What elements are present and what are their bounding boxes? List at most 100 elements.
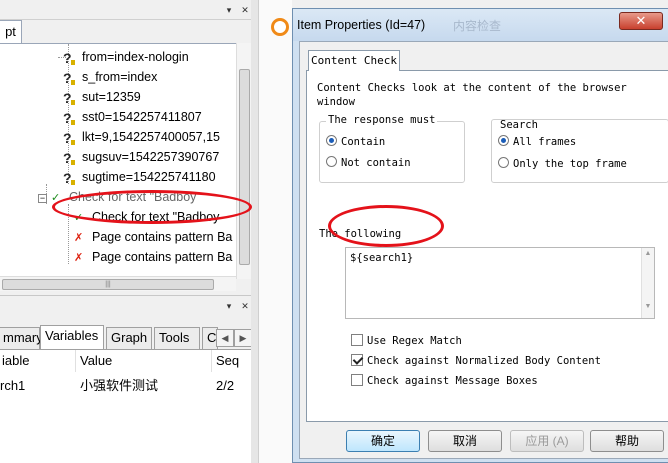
left-pane: ▾ ✕ pt ? from=index-nologin ? s_from=ind…	[0, 0, 258, 463]
browser-area	[258, 0, 292, 463]
tree-node-label: Page contains pattern Ba	[92, 250, 233, 264]
column-header-value[interactable]: Value	[78, 350, 212, 372]
panel-header: ▾ ✕	[0, 0, 258, 20]
intro-text-2: window	[317, 96, 355, 105]
radio-all-frames[interactable]: All frames	[498, 134, 576, 150]
close-panel-icon[interactable]: ✕	[240, 5, 250, 15]
intro-text: Content Checks look at the content of th…	[317, 82, 627, 94]
variable-name: rch1	[0, 378, 26, 393]
collapse-icon[interactable]: −	[38, 194, 47, 203]
following-value: ${search1}	[350, 252, 414, 264]
textarea-scrollbar[interactable]: ▲ ▼	[641, 248, 654, 318]
radio-label: Contain	[341, 136, 386, 148]
cancel-button[interactable]: 取消	[428, 430, 502, 452]
close-panel-icon[interactable]: ✕	[240, 301, 250, 311]
scroll-thumb[interactable]	[239, 69, 250, 265]
tree-node-header[interactable]: ? sst0=1542257411807	[62, 107, 202, 127]
close-button[interactable]: ✕	[619, 12, 663, 30]
annotation-ellipse	[328, 205, 444, 247]
header-icon: ?	[62, 170, 76, 186]
tree-node-header[interactable]: ? from=index-nologin	[58, 47, 189, 67]
tree-node-label: sugtime=154225741180	[82, 170, 216, 184]
radio-selected-icon	[498, 135, 509, 146]
tab-variables[interactable]: Variables	[40, 325, 104, 349]
tree-node-label: lkt=9,1542257400057,15	[82, 130, 220, 144]
tree-node-label: Page contains pattern Ba	[92, 230, 233, 244]
pane-splitter[interactable]	[251, 0, 258, 463]
script-tree: ? from=index-nologin ? s_from=index ? su…	[0, 43, 251, 279]
dialog-body: Content Check Content Checks look at the…	[299, 41, 668, 459]
tab-script[interactable]: pt	[0, 20, 22, 44]
tab-right-arrow-icon[interactable]: ▶	[234, 329, 252, 347]
radio-label: All frames	[513, 136, 577, 148]
column-header-variable[interactable]: iable	[0, 350, 76, 372]
tree-node-header[interactable]: ? sugtime=154225741180	[62, 167, 216, 187]
checkbox-label: Check against Message Boxes	[367, 375, 538, 387]
tree-node-pattern[interactable]: ✗ Page contains pattern Ba	[74, 247, 232, 267]
dialog-titlebar[interactable]: Item Properties (Id=47) 内容检查 ✕	[293, 9, 668, 41]
header-icon: ?	[62, 90, 76, 106]
tree-horizontal-scrollbar[interactable]: |||	[0, 276, 236, 291]
search-group: Search All frames Only the top frame	[491, 119, 668, 183]
scroll-thumb[interactable]: |||	[2, 279, 214, 290]
pin-icon[interactable]: ▾	[224, 5, 234, 15]
checkbox-label: Use Regex Match	[367, 335, 462, 347]
checkbox-icon	[351, 334, 363, 346]
error-x-icon: ✗	[74, 232, 84, 244]
help-button[interactable]: 帮助	[590, 430, 664, 452]
variables-table: iable Value Seq rch1 小强软件测试 2/2	[0, 349, 251, 463]
tree-node-header[interactable]: ? sut=12359	[62, 87, 141, 107]
radio-top-frame[interactable]: Only the top frame	[498, 156, 627, 172]
checkbox-icon	[351, 374, 363, 386]
group-title: The response must	[326, 114, 438, 126]
header-icon: ?	[62, 70, 76, 86]
tab-tools[interactable]: Tools	[154, 327, 200, 349]
svg-text:?: ?	[63, 110, 72, 126]
error-x-icon: ✗	[74, 252, 84, 264]
radio-selected-icon	[326, 135, 337, 146]
tab-summary[interactable]: mmary	[0, 327, 43, 349]
radio-not-contain[interactable]: Not contain	[326, 155, 411, 171]
tab-content-check[interactable]: Content Check	[308, 50, 400, 71]
checkbox-use-regex[interactable]: Use Regex Match	[351, 333, 462, 349]
checkbox-normalized-body[interactable]: Check against Normalized Body Content	[351, 353, 668, 369]
pin-icon[interactable]: ▾	[224, 301, 234, 311]
checkbox-message-boxes[interactable]: Check against Message Boxes	[351, 373, 538, 389]
checkbox-label: Check against Normalized Body Content	[367, 355, 601, 367]
tab-graph[interactable]: Graph	[106, 327, 152, 349]
tree-node-pattern[interactable]: ✗ Page contains pattern Ba	[74, 227, 232, 247]
annotation-ellipse	[52, 190, 252, 224]
variable-seq: 2/2	[216, 378, 235, 393]
svg-text:?: ?	[63, 150, 72, 166]
svg-text:?: ?	[63, 50, 72, 66]
radio-label: Only the top frame	[513, 158, 627, 170]
header-icon: ?	[62, 150, 76, 166]
radio-icon	[498, 157, 509, 168]
radio-icon	[326, 156, 337, 167]
svg-text:?: ?	[63, 70, 72, 86]
checkbox-checked-icon	[351, 354, 363, 366]
tree-node-header[interactable]: ? s_from=index	[62, 67, 157, 87]
tree-node-header[interactable]: ? lkt=9,1542257400057,15	[62, 127, 220, 147]
tree-node-label: from=index-nologin	[82, 50, 189, 64]
header-icon: ?	[62, 110, 76, 126]
tree-vertical-scrollbar[interactable]	[236, 43, 251, 279]
ok-button[interactable]: 确定	[346, 430, 420, 452]
panel-header: ▾ ✕	[0, 295, 258, 313]
tree-node-header[interactable]: ? sugsuv=1542257390767	[62, 147, 219, 167]
radio-contain[interactable]: Contain	[326, 134, 385, 150]
svg-text:?: ?	[63, 170, 72, 186]
tree-node-label: sst0=1542257411807	[82, 110, 202, 124]
tab-left-arrow-icon[interactable]: ◀	[216, 329, 234, 347]
app-logo-icon	[271, 18, 289, 36]
variable-value: 小强软件测试	[80, 378, 159, 393]
apply-button[interactable]: 应用 (A)	[510, 430, 584, 452]
column-header-seq[interactable]: Seq	[214, 350, 251, 372]
tree-node-label: sugsuv=1542257390767	[82, 150, 220, 164]
following-textarea[interactable]: ${search1} ▲ ▼	[345, 247, 655, 319]
bottom-tabs: mmary Variables Graph Tools C ◀ ▶	[0, 325, 258, 349]
group-title: Search	[498, 119, 540, 131]
dialog-title: Item Properties (Id=47)	[297, 18, 426, 32]
header-icon: ?	[62, 130, 76, 146]
dialog-title-ghost: 内容检查	[453, 19, 502, 33]
